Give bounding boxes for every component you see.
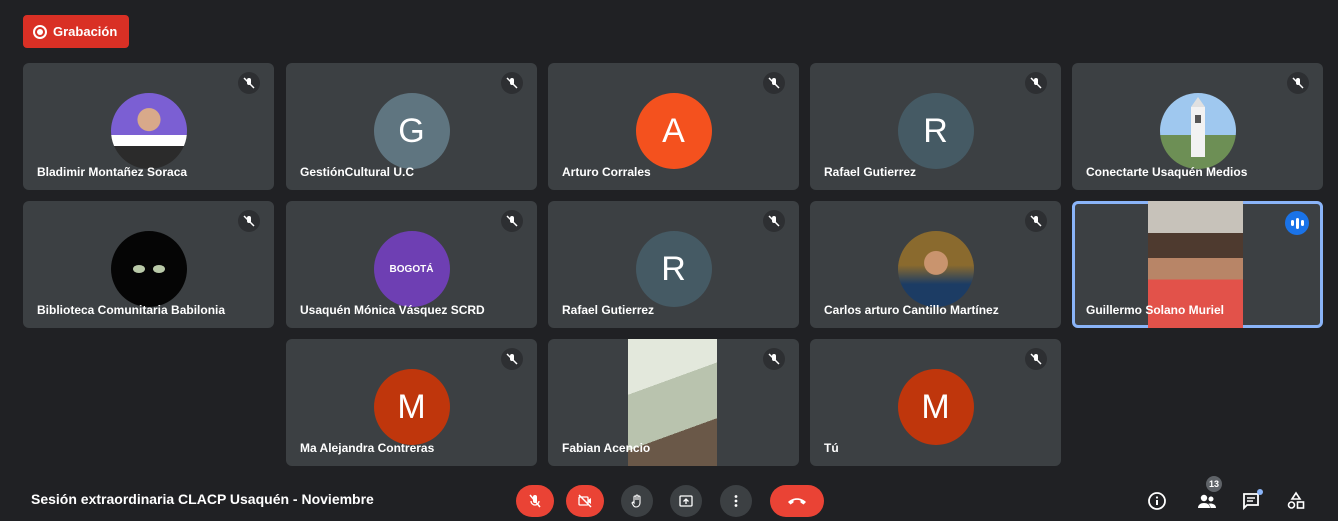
- participant-name: Usaquén Mónica Vásquez SCRD: [300, 303, 485, 317]
- participant-avatar: A: [635, 93, 712, 169]
- present-screen-button[interactable]: [670, 485, 702, 517]
- mic-muted-icon: [238, 72, 260, 94]
- participant-tile[interactable]: BOGOTÁ Usaquén Mónica Vásquez SCRD: [286, 201, 537, 328]
- mic-muted-icon: [1287, 72, 1309, 94]
- participant-avatar: [1159, 93, 1236, 169]
- mic-toggle-button[interactable]: [516, 485, 554, 517]
- participant-avatar: [897, 231, 974, 307]
- mic-muted-icon: [1025, 348, 1047, 370]
- raise-hand-button[interactable]: [621, 485, 653, 517]
- participant-name: Rafael Gutierrez: [824, 165, 917, 179]
- meeting-title: Sesión extraordinaria CLACP Usaquén - No…: [31, 491, 374, 507]
- end-call-icon: [788, 498, 806, 505]
- participant-avatar: M: [897, 369, 974, 445]
- participant-name: Arturo Corrales: [562, 165, 651, 179]
- mic-muted-icon: [238, 210, 260, 232]
- chat-button[interactable]: [1237, 487, 1265, 515]
- participant-name: GestiónCultural U.C: [300, 165, 415, 179]
- participant-tile[interactable]: Bladimir Montañez Soraca: [23, 63, 274, 190]
- mic-muted-icon: [763, 348, 785, 370]
- speaking-indicator-icon: [1285, 211, 1309, 235]
- mic-off-icon: [529, 494, 541, 508]
- participant-tile[interactable]: R Rafael Gutierrez: [548, 201, 799, 328]
- people-count-badge: 13: [1206, 476, 1222, 492]
- participant-name: Ma Alejandra Contreras: [300, 441, 435, 455]
- camera-off-icon: [578, 494, 592, 508]
- activities-button[interactable]: [1282, 487, 1310, 515]
- chat-notification-dot: [1257, 489, 1263, 495]
- participant-tile-self[interactable]: M Tú: [810, 339, 1061, 466]
- participant-name: Bladimir Montañez Soraca: [37, 165, 188, 179]
- mic-muted-icon: [501, 72, 523, 94]
- participant-tile[interactable]: M Ma Alejandra Contreras: [286, 339, 537, 466]
- participant-tile[interactable]: G GestiónCultural U.C: [286, 63, 537, 190]
- participant-tile-active-speaker[interactable]: Guillermo Solano Muriel: [1072, 201, 1323, 328]
- participant-tile[interactable]: Biblioteca Comunitaria Babilonia: [23, 201, 274, 328]
- participant-tile[interactable]: Carlos arturo Cantillo Martínez: [810, 201, 1061, 328]
- recording-icon: [33, 24, 47, 39]
- recording-badge[interactable]: Grabación: [23, 15, 130, 48]
- participant-name: Guillermo Solano Muriel: [1086, 303, 1225, 317]
- mic-muted-icon: [763, 210, 785, 232]
- present-screen-icon: [679, 495, 693, 507]
- participant-avatar: G: [373, 93, 450, 169]
- participant-name: Conectarte Usaquén Medios: [1086, 165, 1248, 179]
- participant-avatar: R: [635, 231, 712, 307]
- participant-name: Tú: [824, 441, 839, 455]
- more-options-button[interactable]: [720, 485, 752, 517]
- recording-label: Grabación: [53, 24, 118, 39]
- meeting-details-button[interactable]: [1143, 487, 1171, 515]
- participant-name: Fabian Acencio: [562, 441, 651, 455]
- mic-muted-icon: [501, 348, 523, 370]
- participant-tile[interactable]: Fabian Acencio: [548, 339, 799, 466]
- end-call-button[interactable]: [770, 485, 824, 517]
- people-icon: [1198, 494, 1216, 508]
- participant-avatar: [110, 231, 187, 307]
- mic-muted-icon: [1025, 72, 1047, 94]
- participant-avatar: M: [373, 369, 450, 445]
- participant-avatar: BOGOTÁ: [373, 231, 450, 307]
- activities-icon: [1287, 491, 1305, 509]
- mic-muted-icon: [1025, 210, 1047, 232]
- participant-avatar: R: [897, 93, 974, 169]
- participant-tile[interactable]: A Arturo Corrales: [548, 63, 799, 190]
- mic-muted-icon: [501, 210, 523, 232]
- participant-name: Carlos arturo Cantillo Martínez: [824, 303, 999, 317]
- participant-tile[interactable]: R Rafael Gutierrez: [810, 63, 1061, 190]
- more-options-icon: [734, 495, 738, 507]
- mic-muted-icon: [763, 72, 785, 94]
- raise-hand-icon: [631, 494, 641, 508]
- participant-name: Biblioteca Comunitaria Babilonia: [37, 303, 226, 317]
- camera-toggle-button[interactable]: [566, 485, 604, 517]
- info-icon: [1148, 492, 1166, 510]
- participant-tile[interactable]: Conectarte Usaquén Medios: [1072, 63, 1323, 190]
- participant-avatar: [110, 93, 187, 169]
- participant-name: Rafael Gutierrez: [562, 303, 655, 317]
